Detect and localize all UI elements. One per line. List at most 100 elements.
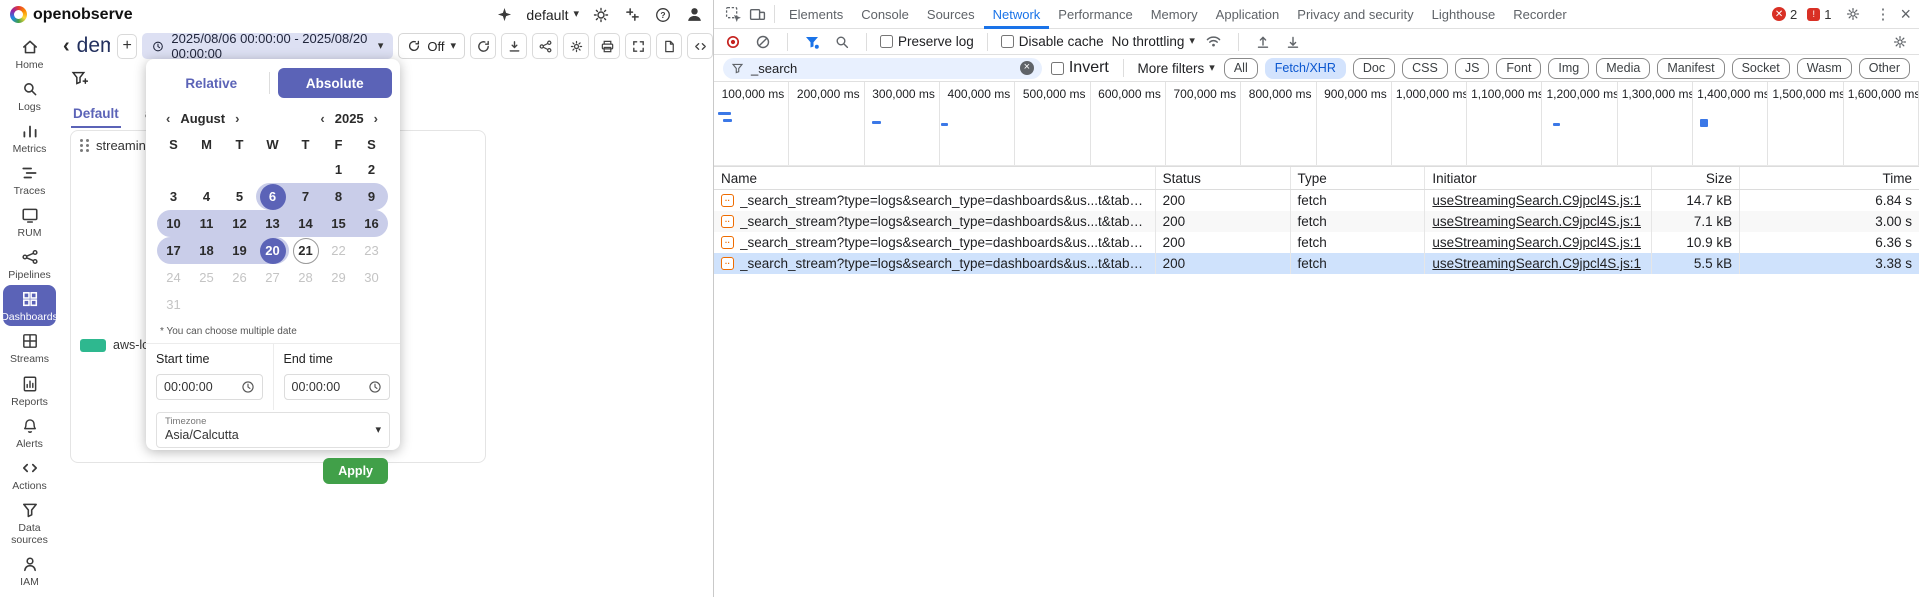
- clear-icon[interactable]: [752, 31, 774, 53]
- request-name-cell[interactable]: ··_search_stream?type=logs&search_type=d…: [714, 232, 1156, 253]
- initiator-link[interactable]: useStreamingSearch.C9jpcl4S.js:1: [1432, 193, 1641, 208]
- calendar-day[interactable]: 4: [190, 183, 223, 210]
- table-row[interactable]: ··_search_stream?type=logs&search_type=d…: [714, 232, 1919, 253]
- inspect-element-icon[interactable]: [721, 2, 745, 26]
- search-icon[interactable]: [831, 31, 853, 53]
- sidebar-item-metrics[interactable]: Metrics: [3, 117, 56, 158]
- code-button[interactable]: [687, 33, 713, 59]
- tab-relative[interactable]: Relative: [154, 76, 269, 91]
- calendar-day[interactable]: 20: [256, 237, 289, 264]
- filter-pill-manifest[interactable]: Manifest: [1657, 58, 1724, 79]
- export-har-icon[interactable]: [1282, 31, 1304, 53]
- calendar-day[interactable]: 29: [322, 264, 355, 291]
- filter-pill-font[interactable]: Font: [1496, 58, 1541, 79]
- column-header-name[interactable]: Name: [714, 167, 1156, 189]
- calendar-day[interactable]: 24: [157, 264, 190, 291]
- filter-pill-fetch-xhr[interactable]: Fetch/XHR: [1265, 58, 1346, 79]
- help-icon[interactable]: ?: [654, 6, 672, 24]
- calendar-day[interactable]: 17: [157, 237, 190, 264]
- filter-pill-css[interactable]: CSS: [1402, 58, 1448, 79]
- download-button[interactable]: [501, 33, 527, 59]
- filter-pill-img[interactable]: Img: [1548, 58, 1589, 79]
- calendar-day[interactable]: 30: [355, 264, 388, 291]
- prev-year-icon[interactable]: ‹: [320, 111, 324, 126]
- prev-month-icon[interactable]: ‹: [166, 111, 170, 126]
- next-month-icon[interactable]: ›: [235, 111, 239, 126]
- network-overview-timeline[interactable]: 100,000 ms200,000 ms300,000 ms400,000 ms…: [714, 82, 1919, 166]
- network-conditions-icon[interactable]: [1203, 31, 1225, 53]
- gear-button[interactable]: [563, 33, 589, 59]
- calendar-day[interactable]: 19: [223, 237, 256, 264]
- column-header-type[interactable]: Type: [1291, 167, 1426, 189]
- doc-button[interactable]: [656, 33, 682, 59]
- apply-button[interactable]: Apply: [323, 458, 388, 484]
- calendar-day[interactable]: 6: [256, 183, 289, 210]
- calendar-day[interactable]: 22: [322, 237, 355, 264]
- sparkle-icon[interactable]: [495, 6, 513, 24]
- calendar-day[interactable]: 16: [355, 210, 388, 237]
- sidebar-item-iam[interactable]: IAM: [3, 550, 56, 591]
- column-header-status[interactable]: Status: [1156, 167, 1291, 189]
- calendar-day[interactable]: 2: [355, 156, 388, 183]
- calendar-day[interactable]: 18: [190, 237, 223, 264]
- more-filters-dropdown[interactable]: More filters ▾: [1138, 61, 1215, 76]
- network-settings-icon[interactable]: [1889, 31, 1911, 53]
- request-name-cell[interactable]: ··_search_stream?type=logs&search_type=d…: [714, 211, 1156, 232]
- initiator-link[interactable]: useStreamingSearch.C9jpcl4S.js:1: [1432, 256, 1641, 271]
- theme-toggle-icon[interactable]: [592, 6, 610, 24]
- devtools-settings-icon[interactable]: [1841, 2, 1865, 26]
- drag-handle-icon[interactable]: [80, 139, 90, 152]
- table-row[interactable]: ··_search_stream?type=logs&search_type=d…: [714, 253, 1919, 274]
- invert-input[interactable]: [1051, 62, 1064, 75]
- devtools-tab-application[interactable]: Application: [1207, 0, 1289, 29]
- tab-default[interactable]: Default: [71, 104, 121, 128]
- clear-filter-icon[interactable]: ×: [1020, 61, 1034, 75]
- calendar-day[interactable]: 11: [190, 210, 223, 237]
- column-header-size[interactable]: Size: [1652, 167, 1740, 189]
- filter-pill-media[interactable]: Media: [1596, 58, 1650, 79]
- org-selector[interactable]: default ▾: [526, 7, 579, 23]
- calendar-day[interactable]: 14: [289, 210, 322, 237]
- calendar-day[interactable]: 26: [223, 264, 256, 291]
- sidebar-item-dashboards[interactable]: Dashboards: [3, 285, 56, 326]
- filter-pill-all[interactable]: All: [1224, 58, 1258, 79]
- devtools-tab-recorder[interactable]: Recorder: [1504, 0, 1575, 29]
- sidebar-item-logs[interactable]: Logs: [3, 75, 56, 116]
- calendar-day[interactable]: 3: [157, 183, 190, 210]
- end-time-input[interactable]: 00:00:00: [284, 374, 391, 400]
- calendar-day[interactable]: 7: [289, 183, 322, 210]
- slack-icon[interactable]: [623, 6, 641, 24]
- devtools-tab-network[interactable]: Network: [984, 0, 1050, 29]
- devtools-tab-privacy-and-security[interactable]: Privacy and security: [1288, 0, 1422, 29]
- sidebar-item-pipelines[interactable]: Pipelines: [3, 243, 56, 284]
- initiator-link[interactable]: useStreamingSearch.C9jpcl4S.js:1: [1432, 235, 1641, 250]
- invert-checkbox[interactable]: Invert: [1051, 59, 1109, 77]
- sidebar-item-rum[interactable]: RUM: [3, 201, 56, 242]
- user-avatar-icon[interactable]: [685, 6, 703, 24]
- sidebar-item-home[interactable]: Home: [3, 33, 56, 74]
- auto-refresh-dropdown[interactable]: Off ▾: [398, 33, 465, 59]
- add-filter-icon[interactable]: [71, 70, 88, 87]
- devtools-tab-performance[interactable]: Performance: [1049, 0, 1141, 29]
- share-button[interactable]: [532, 33, 558, 59]
- calendar-day[interactable]: 21: [289, 237, 322, 264]
- add-tab-button[interactable]: +: [117, 34, 138, 59]
- calendar-day[interactable]: 13: [256, 210, 289, 237]
- calendar-day[interactable]: 28: [289, 264, 322, 291]
- date-range-picker[interactable]: 2025/08/06 00:00:00 - 2025/08/20 00:00:0…: [142, 33, 393, 59]
- more-options-icon[interactable]: ⋮: [1875, 5, 1890, 23]
- table-row[interactable]: ··_search_stream?type=logs&search_type=d…: [714, 211, 1919, 232]
- devtools-tab-lighthouse[interactable]: Lighthouse: [1423, 0, 1505, 29]
- fullscreen-button[interactable]: [625, 33, 651, 59]
- import-har-icon[interactable]: [1252, 31, 1274, 53]
- sidebar-item-reports[interactable]: Reports: [3, 370, 56, 411]
- back-button[interactable]: ‹: [61, 35, 72, 58]
- print-button[interactable]: [594, 33, 620, 59]
- filter-pill-doc[interactable]: Doc: [1353, 58, 1395, 79]
- column-header-initiator[interactable]: Initiator: [1425, 167, 1652, 189]
- sidebar-item-datasources[interactable]: Data sources: [3, 496, 56, 549]
- request-name-cell[interactable]: ··_search_stream?type=logs&search_type=d…: [714, 253, 1156, 274]
- device-toolbar-icon[interactable]: [745, 2, 769, 26]
- filter-input[interactable]: _search ×: [723, 58, 1042, 79]
- disable-cache-checkbox[interactable]: Disable cache: [1001, 34, 1104, 49]
